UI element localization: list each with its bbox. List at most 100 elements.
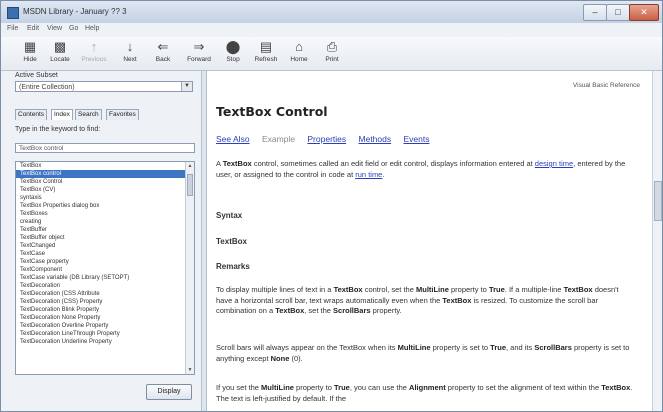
menu-edit[interactable]: Edit <box>27 25 39 32</box>
hide-label: Hide <box>23 56 37 63</box>
tab-favorites[interactable]: Favorites <box>106 109 139 120</box>
next-icon: ↓ <box>126 39 134 54</box>
tab-search[interactable]: Search <box>75 109 102 120</box>
list-item[interactable]: TextDecoration LineThrough Property <box>16 330 194 338</box>
text-bold: TextBox <box>275 306 305 315</box>
topic-scrollbar[interactable] <box>652 71 662 411</box>
active-subset-label: Active Subset <box>15 72 58 79</box>
menu-bar: File Edit View Go Help <box>1 23 662 37</box>
active-subset-value: (Entire Collection) <box>19 84 75 91</box>
example-link[interactable]: Example <box>262 134 295 144</box>
display-button[interactable]: Display <box>146 384 192 400</box>
text: control, sometimes called an edit field … <box>251 159 535 168</box>
list-item[interactable]: TextDecoration (CSS Attribute <box>16 290 194 298</box>
index-list-scrollbar[interactable]: ▲ ▼ <box>185 162 194 374</box>
list-item[interactable]: TextBuffer <box>16 226 194 234</box>
list-item[interactable]: TextDecoration Blink Property <box>16 306 194 314</box>
topic-pane: Visual Basic Reference TextBox Control S… <box>207 71 652 411</box>
list-item[interactable]: TextComponent <box>16 266 194 274</box>
tab-contents[interactable]: Contents <box>15 109 48 120</box>
list-item[interactable]: syntaxis <box>16 194 194 202</box>
home-label: Home <box>290 56 308 63</box>
text-bold: True <box>333 383 350 392</box>
scroll-down-icon[interactable]: ▼ <box>186 366 194 374</box>
previous-button[interactable]: ↑ Previous <box>79 39 109 69</box>
active-subset-select[interactable]: (Entire Collection) ▼ <box>15 81 193 92</box>
list-item[interactable]: TextDecoration None Property <box>16 314 194 322</box>
text-bold: TextBox <box>563 285 593 294</box>
remarks-paragraph-3: If you set the MultiLine property to Tru… <box>216 383 636 404</box>
tab-index[interactable]: Index <box>51 109 73 120</box>
list-item[interactable]: TextCase property <box>16 258 194 266</box>
list-item[interactable]: TextBox Properties dialog box <box>16 202 194 210</box>
text: , set the <box>304 306 334 315</box>
properties-link[interactable]: Properties <box>307 134 346 144</box>
see-also-link[interactable]: See Also <box>216 134 250 144</box>
list-item[interactable]: TextBox <box>16 162 194 170</box>
list-item[interactable]: TextBoxes <box>16 210 194 218</box>
scroll-thumb[interactable] <box>187 174 193 196</box>
list-item[interactable]: TextDecoration <box>16 282 194 290</box>
refresh-label: Refresh <box>254 56 278 63</box>
keyword-input[interactable]: TextBox control <box>15 143 195 153</box>
home-icon: ⌂ <box>295 39 303 54</box>
minimize-button[interactable]: – <box>583 4 607 21</box>
next-button[interactable]: ↓ Next <box>115 39 145 69</box>
list-item[interactable]: TextBox Control <box>16 178 194 186</box>
menu-view[interactable]: View <box>47 25 62 32</box>
run-time-link[interactable]: run time <box>355 170 382 179</box>
locate-label: Locate <box>50 56 70 63</box>
print-icon: ⎙ <box>326 39 338 54</box>
list-item[interactable]: TextBox (CV) <box>16 186 194 194</box>
hide-button[interactable]: ▦ Hide <box>15 39 45 69</box>
maximize-button[interactable]: □ <box>606 4 630 21</box>
list-item[interactable]: TextDecoration Overline Property <box>16 322 194 330</box>
text: , you can use the <box>349 383 410 392</box>
text-bold: ScrollBars <box>333 306 371 315</box>
previous-label: Previous <box>81 56 107 63</box>
events-link[interactable]: Events <box>404 134 430 144</box>
list-item[interactable]: TextCase variable (DB Library (SETOPT) <box>16 274 194 282</box>
text-bold: None <box>270 353 290 363</box>
methods-link[interactable]: Methods <box>359 134 392 144</box>
app-window: MSDN Library - January ?? 3 – □ ✕ File E… <box>0 0 663 412</box>
refresh-icon: ▤ <box>259 39 273 54</box>
back-label: Back <box>155 56 171 63</box>
scroll-up-icon[interactable]: ▲ <box>186 162 194 170</box>
refresh-button[interactable]: ▤ Refresh <box>251 39 281 69</box>
index-list[interactable]: TextBox TextBox control TextBox Control Tex… <box>15 161 195 375</box>
remarks-heading: Remarks <box>216 262 250 271</box>
menu-go[interactable]: Go <box>69 25 78 32</box>
list-item[interactable]: creating <box>16 218 194 226</box>
chevron-down-icon[interactable]: ▼ <box>181 82 192 91</box>
syntax-heading: Syntax <box>216 211 243 220</box>
list-item[interactable]: TextDecoration (CSS) Property <box>16 298 194 306</box>
locate-button[interactable]: ▩ Locate <box>45 39 75 69</box>
text: property to <box>448 285 489 294</box>
text-bold: MultiLine <box>397 343 431 352</box>
forward-button[interactable]: ⇒ Forward <box>184 39 214 69</box>
text-bold: MultiLine <box>261 383 294 392</box>
menu-file[interactable]: File <box>7 25 18 32</box>
list-item[interactable]: TextBox control <box>16 170 194 178</box>
text: A <box>216 159 223 168</box>
text: property is set to <box>430 343 491 352</box>
text: Scroll bars will always appear on the Te… <box>216 343 398 352</box>
home-button[interactable]: ⌂ Home <box>284 39 314 69</box>
list-item[interactable]: TextDecoration Underline Property <box>16 338 194 346</box>
list-item[interactable]: TextChanged <box>16 242 194 250</box>
stop-button[interactable]: ⬤ Stop <box>218 39 248 69</box>
back-button[interactable]: ⇐ Back <box>148 39 178 69</box>
text: control, set the <box>362 285 416 294</box>
topic-links: See Also Example Properties Methods Even… <box>216 134 440 144</box>
menu-help[interactable]: Help <box>85 25 99 32</box>
topic-scroll-thumb[interactable] <box>654 181 662 221</box>
text-bold: MultiLine <box>415 285 449 294</box>
print-button[interactable]: ⎙ Print <box>317 39 347 69</box>
list-item[interactable]: TextCase <box>16 250 194 258</box>
close-button[interactable]: ✕ <box>629 4 659 21</box>
list-item[interactable]: TextBuffer object <box>16 234 194 242</box>
stop-label: Stop <box>226 56 240 63</box>
locate-icon: ▩ <box>53 39 67 54</box>
design-time-link[interactable]: design time <box>535 159 573 168</box>
